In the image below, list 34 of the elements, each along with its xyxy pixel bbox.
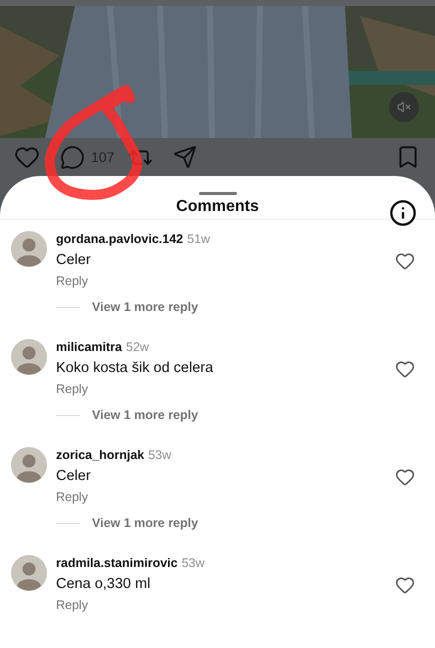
avatar[interactable] xyxy=(11,447,47,483)
comment-age: 53w xyxy=(182,555,205,571)
comment-text: Celer xyxy=(56,467,92,486)
like-icon[interactable] xyxy=(395,575,415,595)
comment-text: Celer xyxy=(56,251,92,270)
view-replies-link[interactable]: View 1 more reply xyxy=(92,407,198,423)
comment-count: 107 xyxy=(91,148,114,166)
like-icon[interactable] xyxy=(395,359,415,379)
reply-link[interactable]: Reply xyxy=(56,597,88,613)
share-icon[interactable] xyxy=(173,145,198,169)
view-replies-link[interactable]: View 1 more reply xyxy=(92,299,198,315)
drag-handle[interactable] xyxy=(198,192,236,195)
username[interactable]: gordana.pavlovic.142 xyxy=(56,231,184,247)
sheet-title: Comments xyxy=(176,197,259,217)
comment-text: Cena o,330 ml xyxy=(56,575,152,594)
view-replies-link[interactable]: View 1 more reply xyxy=(92,515,198,531)
comment-age: 53w xyxy=(148,447,172,463)
mute-icon xyxy=(397,100,411,114)
comment-age: 52w xyxy=(126,339,149,355)
comment-age: 51w xyxy=(187,231,210,247)
reply-link[interactable]: Reply xyxy=(56,381,88,397)
reply-link[interactable]: Reply xyxy=(56,489,88,505)
comment-text: Koko kosta šik od celera xyxy=(56,359,214,378)
avatar[interactable] xyxy=(11,339,47,375)
like-icon[interactable] xyxy=(395,251,415,271)
comment-icon[interactable] xyxy=(60,144,85,170)
username[interactable]: milicamitra xyxy=(56,339,122,355)
avatar[interactable] xyxy=(11,555,47,591)
avatar[interactable] xyxy=(11,231,47,267)
info-icon[interactable] xyxy=(389,199,417,227)
username[interactable]: zorica_hornjak xyxy=(56,447,144,463)
reply-link[interactable]: Reply xyxy=(56,273,88,289)
username[interactable]: radmila.stanimirovic xyxy=(56,555,178,571)
like-icon[interactable] xyxy=(395,467,415,487)
